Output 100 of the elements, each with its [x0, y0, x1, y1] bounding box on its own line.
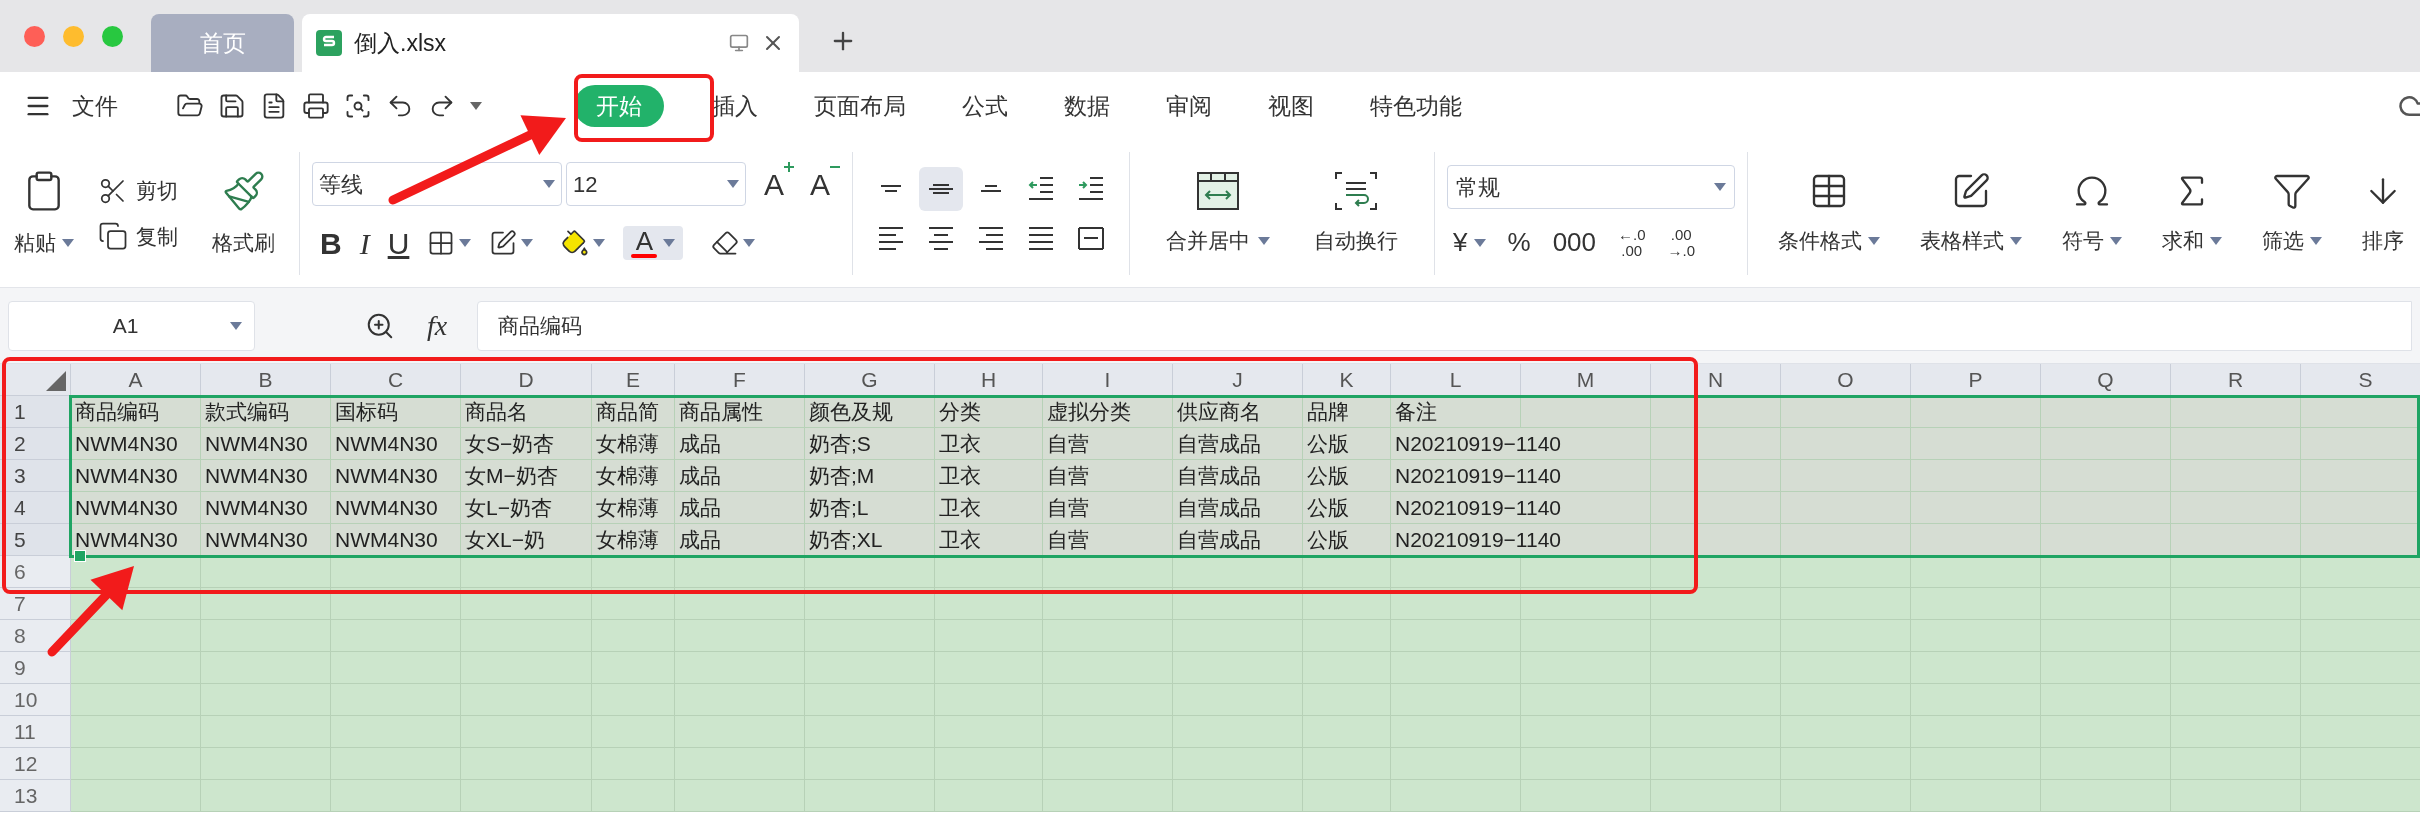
row-header[interactable]: 9 — [0, 652, 71, 684]
column-header[interactable]: R — [2171, 364, 2301, 395]
save-icon[interactable] — [218, 92, 246, 120]
align-icon — [1028, 177, 1055, 200]
column-header[interactable]: K — [1303, 364, 1391, 395]
file-menu[interactable]: 文件 — [72, 88, 118, 124]
merge-center-button[interactable]: 合并居中 — [1166, 170, 1271, 257]
column-header[interactable]: C — [331, 364, 461, 395]
fill-color-icon[interactable] — [561, 229, 590, 257]
table-style-button[interactable]: 表格样式 — [1920, 170, 2023, 257]
column-header[interactable]: O — [1781, 364, 1911, 395]
font-color-button[interactable]: A — [623, 226, 684, 260]
row-header[interactable]: 2 — [0, 428, 71, 460]
ribbon-tab[interactable]: 视图 — [1260, 84, 1322, 128]
column-header[interactable]: H — [935, 364, 1043, 395]
column-header[interactable]: Q — [2041, 364, 2171, 395]
ribbon-tab[interactable]: 页面布局 — [806, 84, 914, 128]
sum-button[interactable]: 求和 — [2162, 170, 2223, 257]
print-preview-icon[interactable] — [344, 92, 372, 120]
column-header[interactable]: J — [1173, 364, 1303, 395]
number-format-button[interactable]: ¥ — [1453, 223, 1486, 262]
column-header[interactable]: M — [1521, 364, 1651, 395]
eraser-icon[interactable] — [711, 229, 740, 257]
row-header[interactable]: 10 — [0, 684, 71, 716]
number-format-button[interactable]: % — [1507, 223, 1531, 262]
column-header[interactable]: D — [461, 364, 592, 395]
align-icon — [880, 185, 903, 192]
table-cell: 商品简 — [592, 396, 675, 428]
row-header[interactable]: 12 — [0, 748, 71, 780]
align-middle-button[interactable] — [919, 166, 964, 211]
ribbon-tab[interactable]: 审阅 — [1158, 84, 1220, 128]
align-icon — [978, 227, 1005, 250]
caret-icon — [230, 321, 242, 330]
document-tab[interactable]: 倒入.xlsx — [302, 14, 799, 72]
column-header[interactable]: P — [1911, 364, 2041, 395]
row-header[interactable]: 1 — [0, 396, 71, 428]
function-button[interactable]: fx — [427, 304, 448, 347]
caret-icon — [521, 239, 534, 247]
table-cell: NWM4N30 — [71, 492, 201, 524]
copy-button[interactable]: 复制 — [98, 220, 178, 252]
column-header[interactable]: G — [805, 364, 935, 395]
table-cell: 女棉薄 — [592, 428, 675, 460]
symbol-button[interactable]: 符号 — [2062, 170, 2123, 257]
fill-handle[interactable] — [74, 550, 86, 562]
table-cell: NWM4N30 — [201, 460, 331, 492]
column-header[interactable]: A — [71, 364, 201, 395]
table-cell: 自营 — [1043, 492, 1173, 524]
font-style-button[interactable]: I — [359, 220, 370, 266]
align-icon — [928, 227, 955, 250]
number-format-select[interactable]: 常规 — [1447, 165, 1736, 209]
cell-format-icon[interactable] — [489, 229, 518, 257]
table-cell: 品牌 — [1303, 396, 1391, 428]
ribbon-tab[interactable]: 特色功能 — [1362, 84, 1470, 128]
decimal-places-button[interactable]: ←.0 .00 — [1618, 226, 1646, 259]
table-cell: 女M−奶杏 — [461, 460, 592, 492]
tab-label: 倒入.xlsx — [354, 28, 447, 58]
formula-field[interactable]: 商品编码 — [477, 300, 2412, 351]
row-header[interactable]: 3 — [0, 460, 71, 492]
align-icon — [878, 227, 905, 250]
table-cell: 奶杏;L — [805, 492, 935, 524]
font-style-button[interactable]: U — [387, 220, 410, 266]
table-cell: 公版 — [1303, 492, 1391, 524]
cell-reference-field[interactable]: A1 — [8, 300, 255, 351]
ribbon-tab[interactable]: 数据 — [1056, 84, 1118, 128]
filter-button[interactable]: 筛选 — [2262, 170, 2323, 257]
caret-icon — [593, 239, 606, 247]
ribbon-tab[interactable]: 插入 — [704, 84, 766, 128]
spreadsheet-icon — [316, 30, 342, 56]
conditional-button[interactable]: 条件格式 — [1778, 170, 1881, 257]
column-header[interactable]: L — [1391, 364, 1521, 395]
wrap-text-button[interactable]: 自动换行 — [1314, 170, 1399, 257]
column-header[interactable]: F — [675, 364, 805, 395]
plus-icon — [784, 161, 794, 172]
print-icon[interactable] — [302, 92, 330, 120]
column-header[interactable]: I — [1043, 364, 1173, 395]
table-cell: NWM4N30 — [71, 460, 201, 492]
font-size-select[interactable]: 12 — [566, 162, 746, 206]
decimal-places-button[interactable]: .00 →.0 — [1667, 226, 1696, 259]
column-header[interactable]: S — [2301, 364, 2420, 395]
shrink-font-button[interactable]: A — [810, 161, 841, 207]
table-cell: NWM4N30 — [71, 428, 201, 460]
row-header[interactable]: 6 — [0, 556, 71, 588]
font-name-select[interactable]: 等线 — [312, 162, 562, 206]
ribbon-tab[interactable]: 公式 — [954, 84, 1016, 128]
row-header[interactable]: 11 — [0, 716, 71, 748]
grow-font-button[interactable]: A — [764, 161, 794, 207]
column-header[interactable]: N — [1651, 364, 1781, 395]
row-header[interactable]: 5 — [0, 524, 71, 556]
format-painter-button[interactable]: 格式刷 — [212, 168, 275, 259]
column-header[interactable]: E — [592, 364, 675, 395]
font-style-button[interactable]: B — [320, 220, 342, 266]
paste-button[interactable]: 粘贴 — [14, 168, 74, 259]
row-header[interactable]: 13 — [0, 780, 71, 812]
align-icon — [980, 185, 1003, 192]
number-format-button[interactable]: 000 — [1552, 223, 1596, 262]
table-cell: 卫衣 — [935, 428, 1043, 460]
cut-button[interactable]: 剪切 — [98, 175, 178, 207]
sort-button[interactable]: 排序 — [2362, 170, 2405, 257]
row-header[interactable]: 4 — [0, 492, 71, 524]
column-header[interactable]: B — [201, 364, 331, 395]
